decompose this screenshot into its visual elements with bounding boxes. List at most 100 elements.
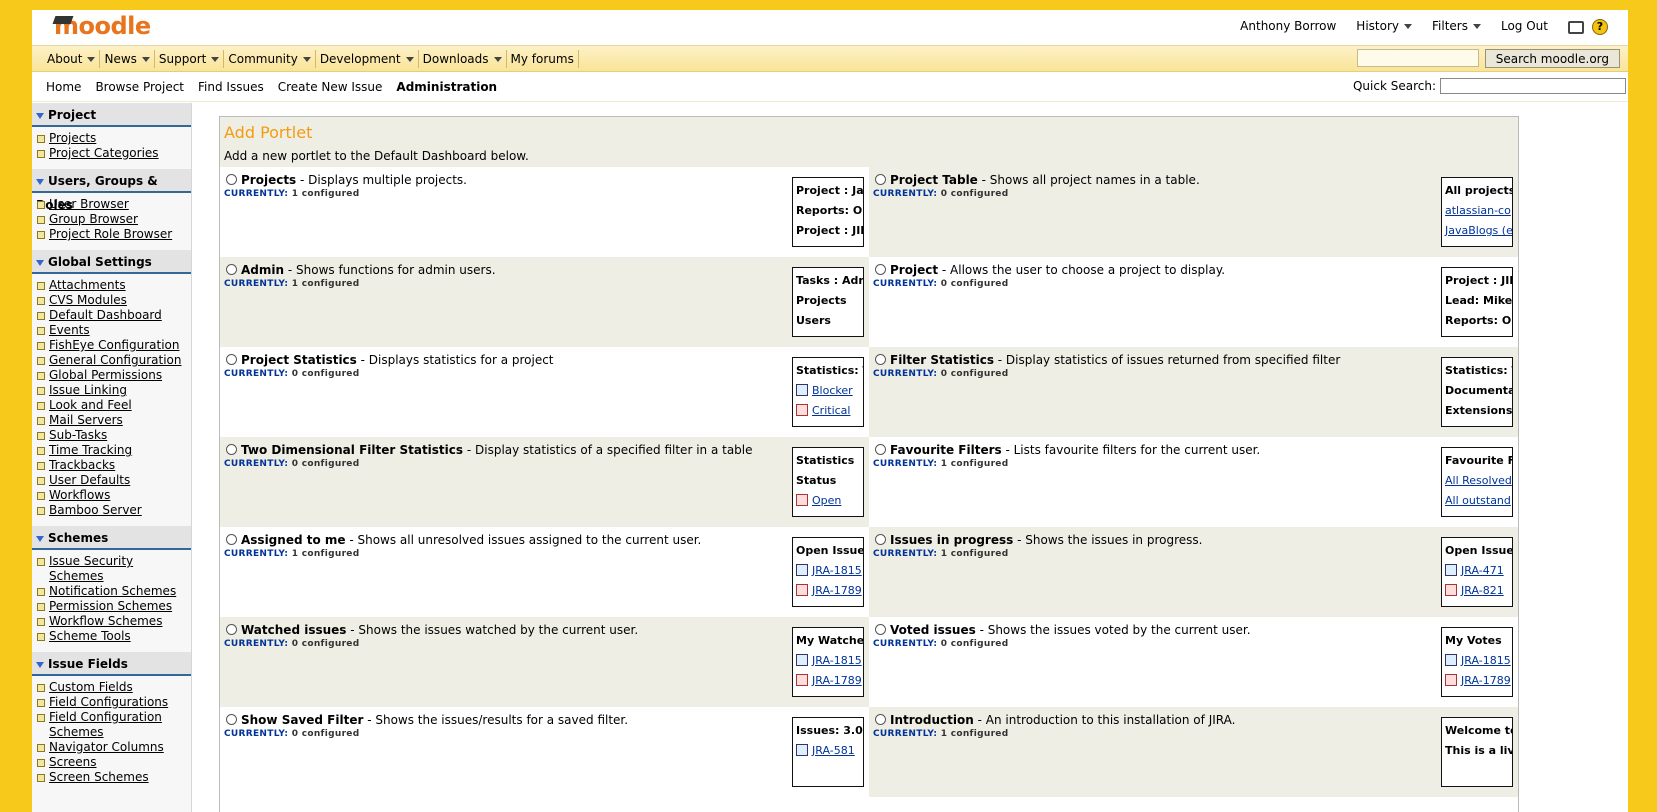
portlet-radio[interactable]	[875, 174, 886, 185]
filters-menu[interactable]: Filters	[1432, 19, 1481, 35]
portlet-radio[interactable]	[875, 444, 886, 455]
main-nav-development[interactable]: Development	[316, 49, 419, 68]
quick-search-input[interactable]	[1440, 78, 1626, 94]
sidebar-section-header[interactable]: Issue Fields	[32, 652, 191, 676]
sidebar-item-bamboo-server[interactable]: Bamboo Server	[36, 503, 191, 518]
sidebar-item-navigator-columns[interactable]: Navigator Columns	[36, 740, 191, 755]
user-name-link[interactable]: Anthony Borrow	[1240, 19, 1336, 35]
sidebar-section-header[interactable]: Global Settings	[32, 250, 191, 274]
sidebar-section-header[interactable]: Users, Groups & Roles	[32, 169, 191, 212]
portlet-radio[interactable]	[226, 714, 237, 725]
preview-link[interactable]: JRA-1815	[812, 564, 862, 577]
sidebar-item-screens[interactable]: Screens	[36, 755, 191, 770]
sidebar-item-field-configuration-schemes[interactable]: Field Configuration Schemes	[36, 710, 191, 740]
portlet-radio[interactable]	[226, 174, 237, 185]
sidebar-item-attachments[interactable]: Attachments	[36, 278, 191, 293]
portlet-radio[interactable]	[875, 354, 886, 365]
site-search-input[interactable]	[1356, 49, 1479, 67]
sidebar-item-mail-servers[interactable]: Mail Servers	[36, 413, 191, 428]
preview-link[interactable]: JRA-471	[1461, 564, 1504, 577]
sidebar-item-issue-security-schemes[interactable]: Issue Security Schemes	[36, 554, 191, 584]
sidebar-item-global-permissions[interactable]: Global Permissions	[36, 368, 191, 383]
sidebar-item-notification-schemes[interactable]: Notification Schemes	[36, 584, 191, 599]
portlet-radio[interactable]	[875, 624, 886, 635]
sidebar-item-user-browser[interactable]: User Browser	[36, 197, 191, 212]
sidebar-section-header[interactable]: Project	[32, 103, 191, 127]
sidebar-item-events[interactable]: Events	[36, 323, 191, 338]
portlet-radio[interactable]	[875, 534, 886, 545]
sidebar-item-user-defaults[interactable]: User Defaults	[36, 473, 191, 488]
portlet-radio[interactable]	[226, 354, 237, 365]
preview-link[interactable]: JRA-1789	[1461, 674, 1511, 687]
sidebar-item-fisheye-configuration[interactable]: FishEye Configuration	[36, 338, 191, 353]
sidebar-item-sub-tasks[interactable]: Sub-Tasks	[36, 428, 191, 443]
main-nav-community[interactable]: Community	[224, 49, 316, 68]
site-search-button[interactable]: Search moodle.org	[1484, 49, 1620, 68]
main-nav-my-forums[interactable]: My forums	[507, 49, 579, 68]
portlet-currently: CURRENTLY: 1 configured	[224, 189, 865, 199]
sidebar-item-project-categories[interactable]: Project Categories	[36, 146, 191, 161]
sidebar-item-scheme-tools[interactable]: Scheme Tools	[36, 629, 191, 644]
printer-icon[interactable]	[1568, 20, 1584, 34]
preview-link[interactable]: Critical	[812, 404, 850, 417]
sidebar-item-custom-fields[interactable]: Custom Fields	[36, 680, 191, 695]
sidebar-item-issue-linking[interactable]: Issue Linking	[36, 383, 191, 398]
main-nav-news[interactable]: News	[100, 49, 155, 68]
preview-link[interactable]: JRA-1815	[1461, 654, 1511, 667]
sidebar-item-field-configurations[interactable]: Field Configurations	[36, 695, 191, 710]
preview-link[interactable]: JRA-1789	[812, 674, 862, 687]
preview-link[interactable]: Blocker	[812, 384, 853, 397]
preview-link[interactable]: All outstand	[1445, 494, 1511, 507]
sidebar-item-trackbacks[interactable]: Trackbacks	[36, 458, 191, 473]
sidebar-item-workflows[interactable]: Workflows	[36, 488, 191, 503]
sidebar-item-project-role-browser[interactable]: Project Role Browser	[36, 227, 191, 242]
preview-link[interactable]: JRA-1815	[812, 654, 862, 667]
portlet-radio[interactable]	[226, 264, 237, 275]
portlet-header: Admin - Shows functions for admin users.	[224, 263, 865, 277]
home-link[interactable]: Home	[46, 80, 81, 94]
portlet-radio[interactable]	[226, 444, 237, 455]
preview-link[interactable]: JRA-581	[812, 744, 855, 757]
portlet-header: Watched issues - Shows the issues watche…	[224, 623, 865, 637]
bullet-icon	[37, 327, 45, 335]
main-nav-about[interactable]: About	[43, 49, 101, 68]
portlet-radio[interactable]	[875, 714, 886, 725]
sidebar-item-time-tracking[interactable]: Time Tracking	[36, 443, 191, 458]
sidebar-item-general-configuration[interactable]: General Configuration	[36, 353, 191, 368]
create-issue-link[interactable]: Create New Issue	[278, 80, 383, 94]
preview-link[interactable]: JRA-821	[1461, 584, 1504, 597]
find-issues-link[interactable]: Find Issues	[198, 80, 264, 94]
history-menu[interactable]: History	[1356, 19, 1412, 35]
sidebar-item-default-dashboard[interactable]: Default Dashboard	[36, 308, 191, 323]
help-icon[interactable]: ?	[1592, 19, 1608, 35]
main-nav-downloads[interactable]: Downloads	[419, 49, 507, 68]
portlet-radio[interactable]	[226, 534, 237, 545]
administration-link[interactable]: Administration	[396, 80, 497, 94]
moodle-logo[interactable]: moodle	[52, 12, 151, 40]
portlet-radio[interactable]	[875, 264, 886, 275]
preview-link[interactable]: All Resolved	[1445, 474, 1512, 487]
portlet-option: Project Table - Shows all project names …	[869, 167, 1518, 257]
sidebar-item-group-browser[interactable]: Group Browser	[36, 212, 191, 227]
sidebar-item-cvs-modules[interactable]: CVS Modules	[36, 293, 191, 308]
sidebar-item-workflow-schemes[interactable]: Workflow Schemes	[36, 614, 191, 629]
preview-link[interactable]: JRA-1789	[812, 584, 862, 597]
portlet-radio[interactable]	[226, 624, 237, 635]
browse-project-link[interactable]: Browse Project	[95, 80, 184, 94]
logout-link[interactable]: Log Out	[1501, 19, 1548, 35]
main-nav-support[interactable]: Support	[155, 49, 225, 68]
sidebar-item-label: Default Dashboard	[49, 308, 162, 322]
preview-link[interactable]: Open	[812, 494, 841, 507]
sidebar-section-header[interactable]: Schemes	[32, 526, 191, 550]
preview-link[interactable]: atlassian-co	[1445, 204, 1511, 217]
currently-label: CURRENTLY:	[873, 279, 938, 289]
portlet-name: Assigned to me	[241, 533, 346, 547]
sidebar-item-permission-schemes[interactable]: Permission Schemes	[36, 599, 191, 614]
sidebar-item-look-and-feel[interactable]: Look and Feel	[36, 398, 191, 413]
preview-link[interactable]: JavaBlogs (e	[1445, 224, 1512, 237]
preview-line: Tasks : Adm	[796, 271, 863, 291]
configured-count: 1 configured	[940, 459, 1009, 469]
bullet-icon	[37, 216, 45, 224]
sidebar-item-projects[interactable]: Projects	[36, 131, 191, 146]
sidebar-item-screen-schemes[interactable]: Screen Schemes	[36, 770, 191, 785]
